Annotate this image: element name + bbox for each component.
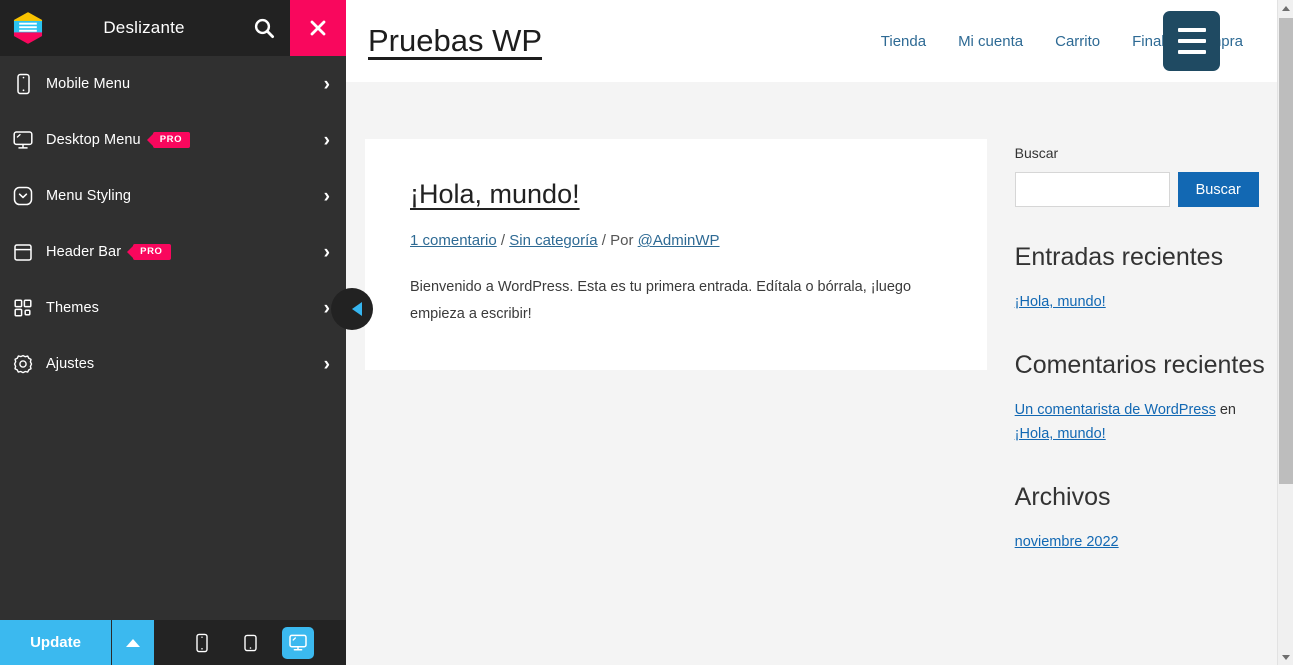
meta-separator-2: / Por [597,232,638,249]
panel-header: Deslizante [0,0,346,56]
panel-title: Deslizante [103,18,185,37]
sidebar-item-header-bar[interactable]: Header Bar PRO › [0,224,346,280]
recent-post-link[interactable]: ¡Hola, mundo! [1015,294,1106,310]
comment-connector: en [1215,401,1237,418]
chevron-right-icon: › [323,129,330,151]
window-icon [0,241,46,263]
close-icon[interactable] [290,0,346,56]
post-author-link[interactable]: @AdminWP [638,232,720,249]
search-input[interactable] [1014,172,1170,207]
nav-link-mi-cuenta[interactable]: Mi cuenta [958,33,1023,50]
scroll-down-arrow-icon[interactable] [1278,649,1293,665]
scrollbar-thumb[interactable] [1279,18,1293,484]
widget-search: Buscar Buscar [1014,145,1277,207]
widget-recent-posts: Entradas recientes ¡Hola, mundo! [1015,241,1277,315]
gear-icon [0,353,46,375]
preview-sidebar: Buscar Buscar Entradas recientes ¡Hola, … [1014,139,1277,665]
archives-title: Archivos [1014,482,1111,511]
sidebar-item-ajustes[interactable]: Ajustes › [0,336,346,392]
panel-footer: Update [0,620,346,665]
sidebar-item-label: Header Bar [46,244,122,260]
sidebar-item-label: Themes [46,300,99,316]
list-item: noviembre 2022 [1015,531,1277,555]
recent-comments-title: Comentarios recientes [1014,350,1265,379]
grid-squares-icon [0,298,46,318]
site-title[interactable]: Pruebas WP [368,23,542,59]
sidebar-item-label: Desktop Menu [46,132,141,148]
hamburger-bar-1 [1177,28,1206,32]
post-category-link[interactable]: Sin categoría [509,232,597,249]
hamburger-bar-3 [1177,50,1206,54]
caret-up-icon[interactable] [111,620,154,665]
widget-recent-comments: Comentarios recientes Un comentarista de… [1015,349,1277,447]
preview-scrollbar[interactable] [1277,0,1293,665]
chevron-right-icon: › [323,241,330,263]
nav-link-tienda[interactable]: Tienda [881,33,926,50]
scroll-up-arrow-icon[interactable] [1278,0,1293,16]
search-row: Buscar [1014,172,1277,207]
recent-posts-list: ¡Hola, mundo! [1015,291,1277,315]
tablet-preview-button[interactable] [234,627,266,659]
site-preview-frame: Pruebas WP Tienda Mi cuenta Carrito Fina… [346,0,1277,665]
chevron-right-icon: › [323,73,330,95]
device-preview-switcher [154,620,346,665]
caret-up-shape [126,638,140,647]
desktop-preview-button[interactable] [282,626,314,659]
search-icon[interactable] [238,0,290,56]
panel-nav-list: Mobile Menu › Desktop Menu PRO › Menu St… [0,56,346,620]
plugin-customizer-panel: Deslizante Mobile Menu › Desktop Menu PR… [0,0,346,665]
sidebar-item-label: Mobile Menu [46,76,131,92]
post-comments-link[interactable]: 1 comentario [410,232,497,249]
hamburger-bar-2 [1177,39,1206,43]
chevron-right-icon: › [323,297,330,319]
nav-link-carrito[interactable]: Carrito [1055,33,1100,50]
slider-hex-logo-icon [0,0,56,56]
mobile-preview-button[interactable] [186,627,218,659]
list-item: Un comentarista de WordPress en ¡Hola, m… [1015,399,1277,447]
sidebar-item-label: Menu Styling [46,188,132,204]
search-submit-button[interactable]: Buscar [1177,172,1259,207]
sidebar-item-mobile-menu[interactable]: Mobile Menu › [0,56,346,112]
list-item: ¡Hola, mundo! [1015,291,1277,315]
mobile-phone-icon [0,73,46,95]
archive-month-link[interactable]: noviembre 2022 [1015,534,1119,550]
comment-author-link[interactable]: Un comentarista de WordPress [1015,402,1216,418]
pro-badge: PRO [152,132,191,148]
comment-post-link[interactable]: ¡Hola, mundo! [1015,426,1106,442]
chevron-down-box-icon [0,185,46,207]
sidebar-item-themes[interactable]: Themes › [0,280,346,336]
sidebar-item-menu-styling[interactable]: Menu Styling › [0,168,346,224]
hamburger-menu-icon[interactable] [1163,11,1220,71]
meta-separator-1: / [496,232,510,249]
search-widget-label: Buscar [1014,145,1059,161]
sidebar-item-label: Ajustes [46,356,95,372]
post-meta: 1 comentario / Sin categoría / Por @Admi… [410,232,942,249]
archives-list: noviembre 2022 [1015,531,1277,555]
caret-up-shape [1282,5,1290,11]
customizer-screen: Pruebas WP Tienda Mi cuenta Carrito Fina… [0,0,1293,665]
chevron-right-icon: › [323,185,330,207]
post-excerpt: Bienvenido a WordPress. Esta es tu prime… [410,279,912,322]
post-card: ¡Hola, mundo! 1 comentario / Sin categor… [365,139,987,370]
page-body: ¡Hola, mundo! 1 comentario / Sin categor… [346,82,1277,665]
recent-posts-title: Entradas recientes [1014,243,1224,271]
sidebar-item-desktop-menu[interactable]: Desktop Menu PRO › [0,112,346,168]
pro-badge: PRO [133,244,171,260]
site-header: Pruebas WP Tienda Mi cuenta Carrito Fina… [346,0,1277,82]
left-triangle-shape [351,302,362,316]
update-button[interactable]: Update [0,620,111,665]
collapse-left-arrow-icon[interactable] [331,288,373,330]
widget-archives: Archivos noviembre 2022 [1015,481,1277,555]
monitor-icon [0,129,46,151]
chevron-right-icon: › [323,353,330,375]
post-title-link[interactable]: ¡Hola, mundo! [410,179,942,210]
caret-down-shape [1282,654,1290,660]
